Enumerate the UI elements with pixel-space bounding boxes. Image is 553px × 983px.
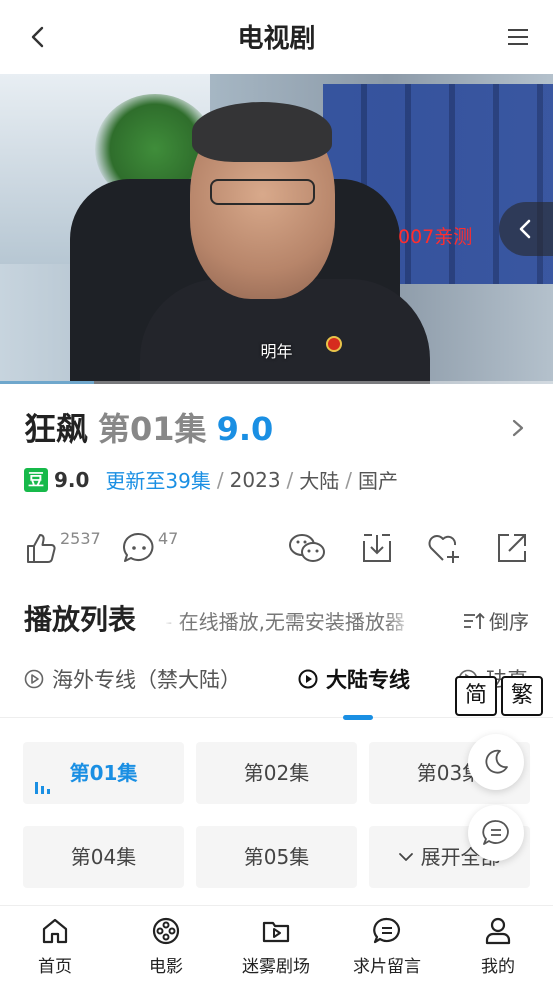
chevron-left-icon xyxy=(519,219,531,239)
video-side-button[interactable] xyxy=(499,202,553,256)
chevron-right-icon[interactable] xyxy=(509,416,527,440)
episode-label: 第04集 xyxy=(70,845,137,869)
action-bar: 2537 47 xyxy=(0,525,553,575)
user-icon xyxy=(485,917,511,945)
tab-movie[interactable]: 电影 xyxy=(116,916,216,977)
wechat-share-button[interactable] xyxy=(288,525,328,569)
video-progress-fill xyxy=(0,381,94,384)
download-icon xyxy=(363,534,391,562)
show-title-row: 狂飙 第01集 9.0 xyxy=(24,404,273,450)
episode-card[interactable]: 第04集 xyxy=(23,826,184,888)
menu-icon[interactable] xyxy=(507,26,529,48)
message-icon xyxy=(373,917,400,944)
show-meta: 豆 9.0 更新至39集 / 2023 / 大陆 / 国产 xyxy=(24,465,398,494)
folder-play-icon xyxy=(262,921,290,943)
feedback-button[interactable] xyxy=(468,805,524,861)
tab-mine[interactable]: 我的 xyxy=(448,916,548,977)
douban-badge: 豆 xyxy=(24,467,48,492)
show-name: 狂飙 xyxy=(24,410,89,448)
video-progress-bar[interactable] xyxy=(0,381,553,384)
share-external-icon xyxy=(498,534,526,562)
video-watermark: 007亲测 xyxy=(398,226,473,248)
episode-label: 第05集 xyxy=(243,845,310,869)
film-reel-icon xyxy=(152,917,180,945)
favorite-button[interactable] xyxy=(426,525,466,569)
video-frame-glasses xyxy=(210,179,315,205)
now-playing-icon xyxy=(35,782,50,794)
meta-separator: / xyxy=(345,467,353,492)
tab-home[interactable]: 首页 xyxy=(5,916,105,977)
update-status: 更新至39集 xyxy=(105,469,211,493)
home-icon xyxy=(42,918,68,944)
page-title: 电视剧 xyxy=(237,24,316,54)
show-origin: 国产 xyxy=(358,469,399,493)
app-header: 电视剧 xyxy=(0,0,553,74)
line-tab-overseas[interactable]: 海外专线（禁大陆） xyxy=(24,664,241,694)
moon-icon xyxy=(485,749,508,774)
dark-mode-button[interactable] xyxy=(468,734,524,790)
episode-label: 第01集 xyxy=(69,761,138,785)
line-tab-label: 海外专线（禁大陆） xyxy=(52,668,241,692)
thumbs-up-icon xyxy=(27,534,56,563)
like-button[interactable] xyxy=(24,525,64,569)
traditional-chinese-button[interactable]: 繁 xyxy=(501,676,543,716)
line-tab-label: 大陆专线 xyxy=(326,668,410,692)
tab-label: 迷雾剧场 xyxy=(242,957,310,977)
share-button[interactable] xyxy=(495,525,535,569)
play-circle-icon xyxy=(24,669,44,689)
line-tab-mainland[interactable]: 大陆专线 xyxy=(298,664,410,694)
tab-label: 电影 xyxy=(149,957,183,977)
download-button[interactable] xyxy=(360,525,400,569)
current-episode: 第01集 xyxy=(98,410,207,448)
like-count: 2537 xyxy=(60,529,101,548)
chat-bubble-icon xyxy=(482,820,509,845)
video-subtitle: 明年 xyxy=(260,342,293,361)
comment-count: 47 xyxy=(158,529,179,548)
bottom-tab-bar: 首页 电影 迷雾剧场 求片留言 我的 xyxy=(0,905,553,983)
simplified-chinese-button[interactable]: 简 xyxy=(455,676,497,716)
sort-label: 倒序 xyxy=(489,610,529,634)
play-circle-icon xyxy=(298,669,318,689)
douban-score: 9.0 xyxy=(54,467,90,492)
video-player[interactable]: 007亲测 明年 xyxy=(0,74,553,384)
meta-separator: / xyxy=(216,467,224,492)
show-region: 大陆 xyxy=(299,469,340,493)
episode-label: 第02集 xyxy=(243,761,310,785)
meta-separator: / xyxy=(286,467,294,492)
video-frame-person-hair xyxy=(192,102,332,162)
tab-mist-theater[interactable]: 迷雾剧场 xyxy=(226,916,326,977)
sort-icon xyxy=(464,612,485,629)
tab-request[interactable]: 求片留言 xyxy=(337,916,437,977)
episode-card[interactable]: 第05集 xyxy=(196,826,357,888)
heart-plus-icon xyxy=(428,535,459,563)
tab-label: 我的 xyxy=(481,957,515,977)
sort-button[interactable]: 倒序 xyxy=(463,606,529,635)
playlist-title: 播放列表 xyxy=(24,603,137,636)
tab-label: 求片留言 xyxy=(353,957,421,977)
active-line-indicator xyxy=(343,715,373,720)
wechat-icon xyxy=(289,534,325,562)
tab-label: 首页 xyxy=(38,957,72,977)
comment-icon xyxy=(123,532,154,562)
comment-button[interactable] xyxy=(122,525,162,569)
show-score: 9.0 xyxy=(216,410,274,448)
episode-card[interactable]: 第01集 xyxy=(23,742,184,804)
playlist-marquee: - 在线播放,无需安装播放器 xyxy=(165,610,405,634)
show-year: 2023 xyxy=(229,467,281,492)
chevron-down-icon xyxy=(399,853,414,861)
episode-card[interactable]: 第02集 xyxy=(196,742,357,804)
